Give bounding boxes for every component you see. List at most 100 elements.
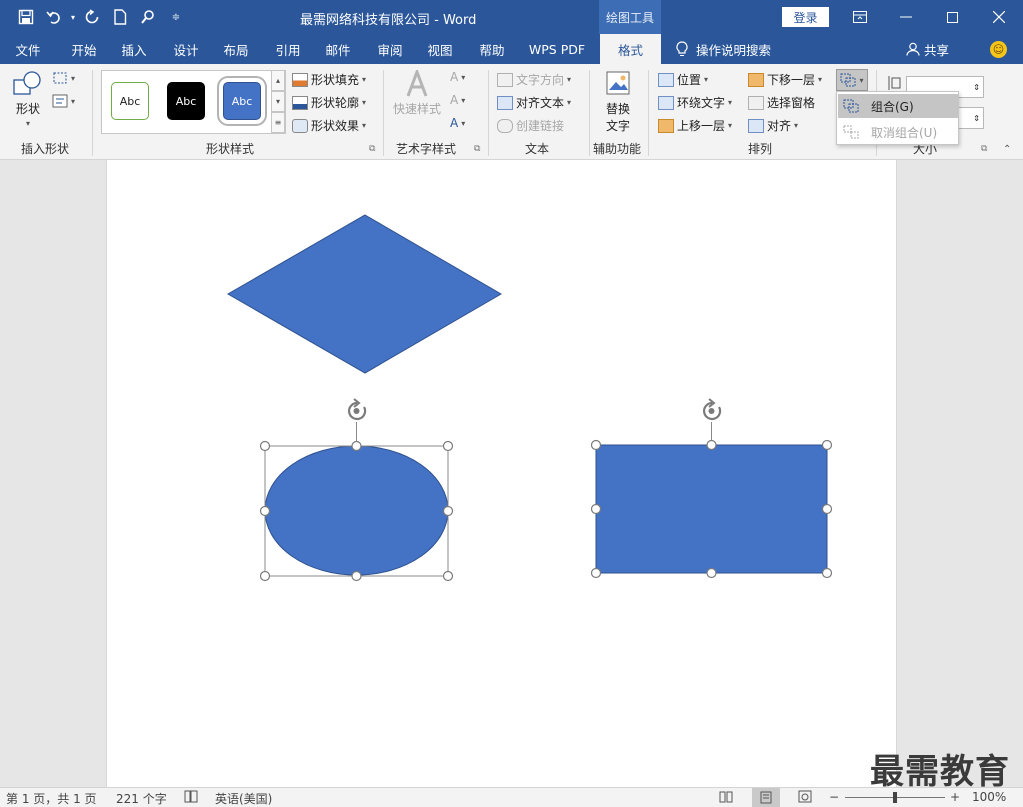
text-fill-icon[interactable]: A ▾ — [450, 70, 465, 84]
wrap-text-button[interactable]: 环绕文字 ▾ — [658, 94, 732, 111]
watermark-logo: 最需教育 — [870, 752, 1010, 792]
selection-pane-button[interactable]: 选择窗格 — [748, 94, 815, 111]
text-effects-icon[interactable]: A ▾ — [450, 116, 465, 130]
tab-help[interactable]: 帮助 — [468, 34, 516, 64]
menu-item-group[interactable]: 组合(G) — [838, 94, 958, 118]
title-bar: ▾ ≑ 最需网络科技有限公司 - Word 绘图工具 登录 — [0, 0, 1023, 34]
text-outline-icon[interactable]: A ▾ — [450, 93, 465, 107]
page-count[interactable]: 第 1 页，共 1 页 — [6, 790, 97, 807]
shapes-button[interactable]: 形状 ▾ — [10, 70, 46, 130]
rectangle-shape[interactable] — [595, 444, 828, 574]
gallery-scroll-down-icon[interactable]: ▾ — [271, 91, 285, 112]
send-backward-button[interactable]: 下移一层 ▾ — [748, 71, 822, 88]
tab-file[interactable]: 文件 — [4, 34, 52, 64]
tab-review[interactable]: 审阅 — [366, 34, 414, 64]
send-backward-label: 下移一层 — [767, 73, 816, 87]
selection-pane-label: 选择窗格 — [767, 96, 816, 110]
style-preset-blue[interactable]: Abc — [223, 82, 261, 120]
rectangle-shape-group[interactable] — [590, 398, 833, 579]
ungroup-icon — [843, 125, 859, 139]
selection-pane-icon — [748, 95, 764, 110]
document-page[interactable] — [106, 160, 897, 787]
shape-effects-button[interactable]: 形状效果 ▾ — [292, 117, 366, 134]
tab-format[interactable]: 格式 — [600, 34, 661, 64]
wordart-a-icon — [406, 70, 428, 97]
tell-me-search[interactable]: 操作说明搜索 — [676, 34, 771, 64]
gallery-scroll-up-icon[interactable]: ▴ — [271, 70, 285, 91]
quick-styles-button[interactable]: 快速样式 — [391, 70, 443, 130]
menu-item-ungroup[interactable]: 取消组合(U) — [838, 120, 958, 144]
redo-icon[interactable] — [78, 0, 106, 34]
shape-height-icon — [885, 75, 901, 91]
ribbon-separator — [488, 70, 489, 156]
position-button[interactable]: 位置 ▾ — [658, 71, 708, 88]
tab-design[interactable]: 设计 — [162, 34, 210, 64]
group-objects-icon — [840, 73, 856, 87]
shape-outline-button[interactable]: 形状轮廓 ▾ — [292, 94, 366, 111]
new-doc-icon[interactable] — [106, 0, 134, 34]
text-box-button[interactable]: ▾ — [52, 94, 75, 108]
style-preset-dark[interactable]: Abc — [167, 82, 205, 120]
undo-icon[interactable] — [40, 0, 68, 34]
size-launcher-icon[interactable]: ⧉ — [981, 144, 987, 154]
alt-text-button[interactable]: 替换 文字 — [598, 70, 638, 136]
tab-home[interactable]: 开始 — [60, 34, 108, 64]
ribbon-separator — [383, 70, 384, 156]
text-direction-button[interactable]: 文字方向 ▾ — [497, 71, 571, 88]
ellipse-shape-group[interactable] — [259, 398, 454, 582]
close-icon[interactable] — [976, 0, 1022, 34]
text-box-icon — [52, 94, 68, 108]
gallery-more-icon[interactable]: ≡ — [271, 112, 285, 133]
group-label-text: 文本 — [524, 142, 549, 156]
wordart-launcher-icon[interactable]: ⧉ — [474, 144, 480, 154]
tab-layout[interactable]: 布局 — [212, 34, 260, 64]
rectangle-rotate-handle-icon[interactable] — [703, 398, 722, 421]
shape-fill-button[interactable]: 形状填充 ▾ — [292, 71, 366, 88]
customize-icon[interactable]: ≑ — [162, 0, 190, 34]
alt-text-label-2: 文字 — [605, 119, 630, 133]
shape-styles-launcher-icon[interactable]: ⧉ — [369, 144, 375, 154]
maximize-icon[interactable] — [929, 0, 975, 34]
zoom-out-button[interactable]: − — [829, 790, 839, 804]
alt-text-label-1: 替换 — [605, 102, 630, 116]
web-layout-icon[interactable] — [798, 790, 812, 806]
touch-mode-icon[interactable] — [134, 0, 162, 34]
bring-forward-icon — [658, 118, 674, 133]
word-count[interactable]: 221 个字 — [116, 790, 167, 807]
diamond-shape[interactable] — [226, 214, 502, 374]
feedback-smiley-icon[interactable]: ☺ — [990, 41, 1007, 58]
language-indicator[interactable]: 英语(美国) — [215, 790, 272, 807]
read-mode-icon[interactable] — [719, 790, 733, 806]
undo-dropdown-icon[interactable]: ▾ — [68, 0, 78, 34]
save-icon[interactable] — [12, 0, 40, 34]
style-preset-outline[interactable]: Abc — [111, 82, 149, 120]
tab-wps-pdf[interactable]: WPS PDF — [522, 34, 592, 64]
align-text-button[interactable]: 对齐文本 ▾ — [497, 94, 571, 111]
tab-references[interactable]: 引用 — [264, 34, 312, 64]
tab-mailings[interactable]: 邮件 — [314, 34, 362, 64]
zoom-slider-thumb[interactable] — [893, 792, 897, 803]
align-button[interactable]: 对齐 ▾ — [748, 117, 798, 134]
alt-text-icon — [606, 71, 630, 95]
edit-shape-button[interactable]: ▾ — [52, 71, 75, 85]
group-label-accessibility: 辅助功能 — [592, 142, 641, 156]
share-button[interactable]: 共享 — [906, 34, 949, 64]
tab-view[interactable]: 视图 — [416, 34, 464, 64]
tab-insert[interactable]: 插入 — [110, 34, 158, 64]
collapse-ribbon-icon[interactable]: ⌃ — [1003, 144, 1011, 155]
login-button[interactable]: 登录 — [782, 7, 829, 27]
text-direction-icon — [497, 72, 513, 87]
shape-styles-gallery: Abc Abc Abc — [101, 70, 286, 134]
group-objects-button[interactable]: ▾ — [836, 69, 868, 91]
minimize-icon[interactable] — [883, 0, 929, 34]
ribbon-separator — [648, 70, 649, 156]
ellipse-shape[interactable] — [264, 445, 449, 576]
print-layout-icon[interactable] — [752, 788, 780, 807]
position-icon — [658, 72, 674, 87]
ribbon-display-options-icon[interactable] — [837, 0, 883, 34]
bring-forward-button[interactable]: 上移一层 ▾ — [658, 117, 732, 134]
align-text-label: 对齐文本 — [516, 96, 565, 110]
ellipse-rotate-handle-icon[interactable] — [348, 398, 367, 421]
create-link-button[interactable]: 创建链接 — [497, 117, 564, 134]
proofing-icon[interactable] — [184, 790, 198, 806]
